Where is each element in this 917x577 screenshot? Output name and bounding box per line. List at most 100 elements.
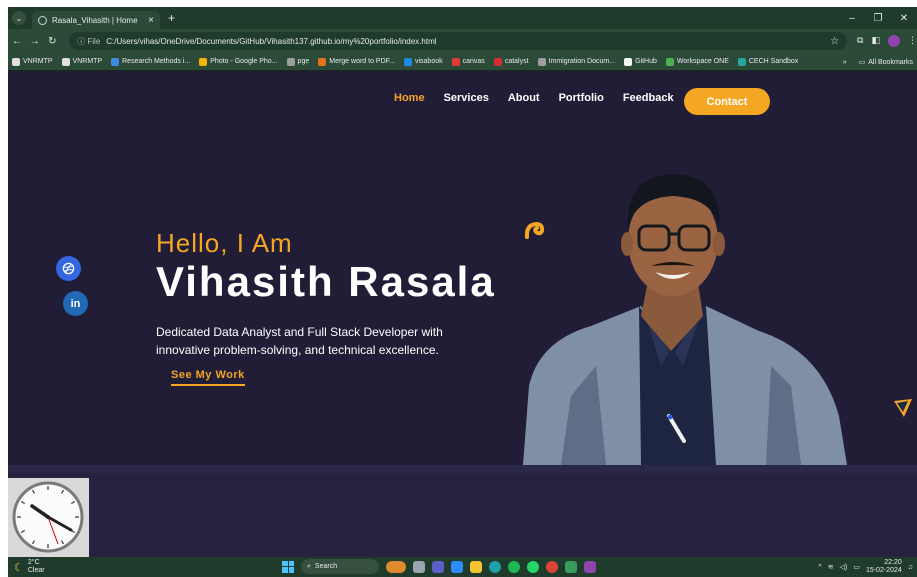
bookmark-favicon-icon [61, 57, 70, 66]
new-tab-icon[interactable]: + [168, 11, 175, 25]
restore-icon[interactable]: ❐ [865, 13, 891, 24]
globe-icon [38, 15, 47, 25]
extensions-icon[interactable]: ⧉ [857, 35, 863, 47]
nav-about[interactable]: About [508, 92, 540, 104]
bookmark-item[interactable]: catalyst [493, 57, 529, 66]
file-info-icon[interactable]: ⓘ File [77, 36, 100, 47]
zoom-icon[interactable] [451, 560, 463, 573]
reload-icon[interactable]: ↻ [43, 36, 61, 47]
edge-icon[interactable] [489, 560, 501, 573]
bookmark-label: pge [297, 58, 310, 65]
see-my-work-link[interactable]: See My Work [171, 369, 245, 386]
teams-icon[interactable] [432, 560, 444, 573]
spotify-icon[interactable] [508, 560, 520, 573]
app-icon[interactable] [584, 560, 596, 573]
bookmarks-bar: VNRMTP VNRMTP Research Methods i... Photo -… [8, 53, 917, 71]
bookmark-favicon-icon [537, 57, 546, 66]
back-icon[interactable]: ← [8, 36, 26, 47]
page-lower-section [8, 465, 917, 557]
battery-icon[interactable]: ▭ [853, 563, 860, 571]
windows-taskbar: ☾ 2°C Clear ⌕ Search ^ ≋ ◁) ▭ 22:20 15-0… [8, 557, 917, 577]
bookmark-item[interactable]: pge [286, 57, 310, 66]
file-explorer-icon[interactable] [470, 560, 482, 573]
bookmark-item[interactable]: VNRMTP [61, 57, 103, 66]
bookmark-label: Photo - Google Pho... [210, 58, 278, 65]
bookmark-item[interactable]: canvas [451, 57, 485, 66]
tab-search-icon[interactable]: ⌄ [12, 11, 26, 25]
url-text: C:/Users/vihas/OneDrive/Documents/GitHub… [106, 36, 437, 46]
bookmark-item[interactable]: Photo - Google Pho... [199, 57, 278, 66]
bookmark-item[interactable]: CECH Sandbox [737, 57, 799, 66]
bookmark-item[interactable]: VNRMTP [12, 57, 53, 66]
bookmark-label: Immigration Docum... [548, 58, 616, 65]
system-tray: ^ ≋ ◁) ▭ 22:20 15-02-2024 ♫ [818, 559, 913, 575]
bookmark-favicon-icon [12, 57, 20, 66]
bookmarks-overflow[interactable]: » [843, 59, 847, 66]
menu-icon[interactable]: ⋮ [908, 35, 917, 47]
weather-widget[interactable]: ☾ 2°C Clear [14, 559, 45, 575]
clock[interactable]: 22:20 15-02-2024 [866, 559, 902, 575]
search-placeholder: Search [314, 563, 338, 570]
clock-time: 22:20 [884, 559, 902, 566]
profile-avatar[interactable] [888, 35, 900, 47]
nav-portfolio[interactable]: Portfolio [559, 92, 604, 104]
clock-face-icon [12, 481, 84, 553]
minimize-icon[interactable]: – [839, 13, 865, 24]
bookmark-favicon-icon [318, 57, 327, 66]
bookmark-favicon-icon [665, 57, 674, 66]
bookmark-label: VNRMTP [23, 58, 53, 65]
task-view-icon[interactable] [413, 560, 425, 573]
sidebar-icon[interactable]: ◧ [871, 35, 880, 47]
volume-icon[interactable]: ◁) [840, 563, 848, 571]
notification-bell-icon[interactable]: ♫ [908, 564, 913, 571]
bookmark-favicon-icon [286, 57, 295, 66]
wifi-icon[interactable]: ≋ [828, 563, 834, 571]
bookmark-label: Research Methods i... [122, 58, 191, 65]
dribbble-icon[interactable] [56, 256, 81, 281]
tab-title: Rasala_Vihasith | Home [52, 15, 138, 25]
weather-condition: Clear [27, 567, 45, 574]
search-icon: ⌕ [307, 562, 311, 570]
bookmark-label: Merge word to PDF... [329, 58, 395, 65]
clock-date: 15-02-2024 [865, 567, 902, 574]
chrome-icon[interactable] [546, 560, 558, 573]
nav-feedback[interactable]: Feedback [623, 92, 674, 104]
bookmark-favicon-icon [451, 57, 460, 66]
forward-icon[interactable]: → [26, 36, 44, 47]
bookmark-item[interactable]: Merge word to PDF... [318, 57, 395, 66]
all-bookmarks[interactable]: All Bookmarks [868, 59, 913, 66]
browser-tab[interactable]: Rasala_Vihasith | Home × [32, 11, 160, 29]
address-bar[interactable]: ⓘ File C:/Users/vihas/OneDrive/Documents… [69, 32, 848, 50]
linkedin-icon[interactable]: in [63, 291, 88, 316]
bookmark-label: visabook [414, 58, 443, 65]
bookmark-label: CECH Sandbox [748, 58, 799, 65]
bookmark-item[interactable]: Research Methods i... [111, 57, 191, 66]
close-tab-icon[interactable]: × [148, 15, 154, 26]
contact-button[interactable]: Contact [684, 88, 770, 115]
bookmark-favicon-icon [624, 57, 633, 66]
taskbar-search[interactable]: ⌕ Search [301, 559, 379, 574]
bookmark-item[interactable]: Immigration Docum... [537, 57, 616, 66]
whatsapp-icon[interactable] [527, 560, 539, 573]
bookmark-item[interactable]: visabook [403, 57, 443, 66]
windows-start-icon[interactable] [282, 560, 294, 573]
bookmark-item[interactable]: Workspace ONE [665, 57, 729, 66]
profile-photo [523, 174, 847, 465]
notepad-icon[interactable] [565, 560, 577, 573]
bookmark-star-icon[interactable]: ☆ [830, 36, 839, 47]
copilot-icon[interactable] [386, 560, 406, 573]
arrow-decoration-icon [894, 399, 912, 417]
analog-clock-widget [8, 478, 89, 557]
chevron-up-icon[interactable]: ^ [818, 564, 821, 571]
bookmark-label: canvas [462, 58, 485, 65]
bookmark-label: VNRMTP [72, 58, 103, 65]
bookmarks-right: » ▭ All Bookmarks [836, 53, 917, 70]
bookmark-label: catalyst [504, 58, 529, 65]
bookmark-favicon-icon [737, 57, 746, 66]
bookmark-favicon-icon [493, 57, 502, 66]
bookmark-item[interactable]: GitHub [624, 57, 657, 66]
address-prefix: File [87, 36, 101, 46]
close-window-icon[interactable]: ✕ [891, 13, 917, 24]
nav-home[interactable]: Home [394, 92, 425, 104]
nav-services[interactable]: Services [444, 92, 489, 104]
